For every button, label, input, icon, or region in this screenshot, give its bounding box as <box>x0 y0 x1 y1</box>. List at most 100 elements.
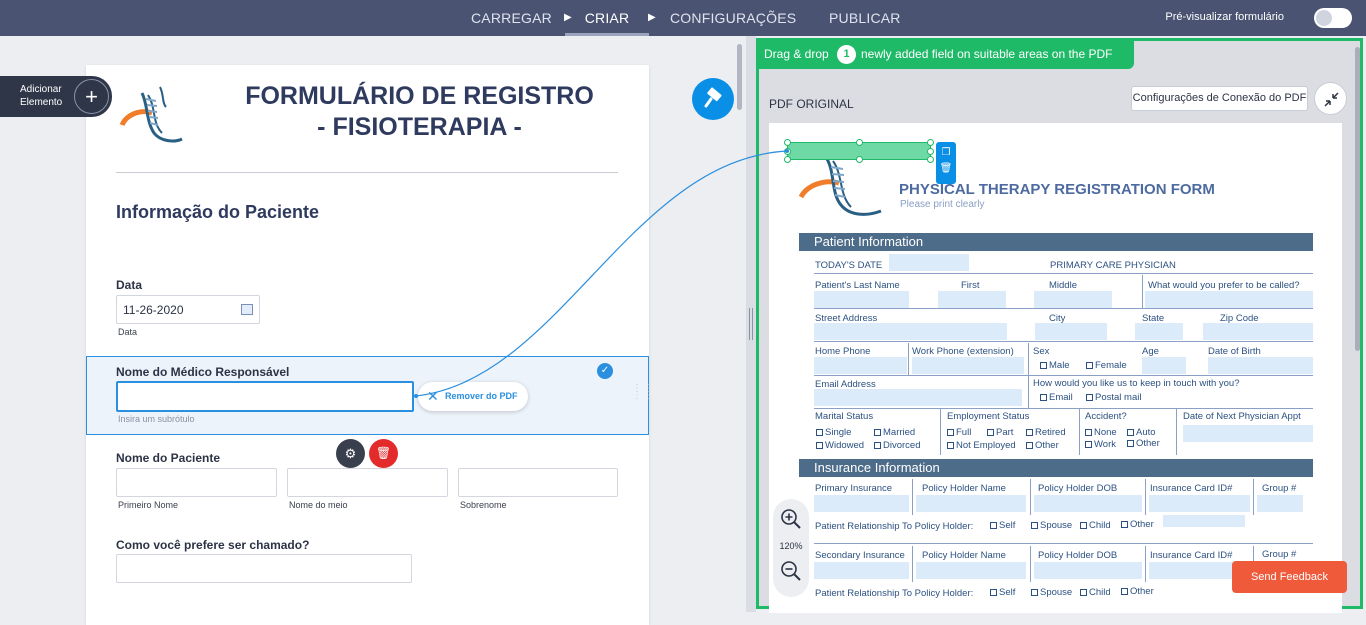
pdf-part: Part <box>987 427 1013 438</box>
pdf-dob: Date of Birth <box>1208 346 1261 357</box>
pdf-insurance-section: Insurance Information <box>799 459 1313 477</box>
pdf-field <box>1034 495 1142 512</box>
resize-handle[interactable] <box>784 148 791 155</box>
preferred-name-input[interactable] <box>116 554 412 583</box>
preferred-name-label: Como você prefere ser chamado? <box>116 538 310 552</box>
remove-from-pdf-button[interactable]: ✕ Remover do PDF <box>418 382 528 411</box>
doctor-name-field[interactable]: Nome do Médico Responsável ✕ Remover do … <box>86 356 654 435</box>
zoom-in-icon[interactable] <box>779 507 803 531</box>
trash-icon: 🗑 <box>375 446 392 460</box>
send-feedback-button[interactable]: Send Feedback <box>1232 561 1347 593</box>
pdf-line <box>1145 479 1146 515</box>
pdf-called: What would you prefer to be called? <box>1148 280 1300 291</box>
resize-handle[interactable] <box>927 148 934 155</box>
form-title[interactable]: FORMULÁRIO DE REGISTRO - FISIOTERAPIA - <box>232 81 607 143</box>
pdf-primary-insurance: Primary Insurance <box>815 483 893 494</box>
resize-handle[interactable] <box>927 139 934 146</box>
pdf-child-2: Child <box>1080 587 1111 598</box>
pdf-scrollbar[interactable] <box>1355 47 1360 351</box>
pdf-female: Female <box>1086 360 1127 371</box>
resize-handle[interactable] <box>784 156 791 163</box>
placed-field-tools: ❐ 🗑 <box>936 142 956 184</box>
collapse-button[interactable] <box>1314 82 1347 115</box>
pdf-single: Single <box>816 427 851 438</box>
pdf-home-phone: Home Phone <box>815 346 871 357</box>
pdf-line <box>814 273 1313 274</box>
pdf-next-appt: Date of Next Physician Appt <box>1183 411 1301 422</box>
tab-criar[interactable]: CRIAR <box>565 0 649 36</box>
pdf-other: Other <box>1026 440 1059 451</box>
middle-name-input[interactable] <box>287 468 448 497</box>
pdf-field <box>814 357 907 374</box>
toggle-knob <box>1316 10 1332 26</box>
zoom-out-icon[interactable] <box>779 559 803 583</box>
add-element-button[interactable]: Adicionar Elemento + <box>0 76 112 117</box>
drag-drop-banner: Drag & drop 1 newly added field on suita… <box>759 41 1134 69</box>
pdf-holder-dob-2: Policy Holder DOB <box>1038 550 1118 561</box>
pdf-auto: Auto <box>1127 427 1156 438</box>
physical-therapy-logo <box>119 86 183 143</box>
pdf-work-phone: Work Phone (extension) <box>912 346 1014 357</box>
pdf-subtitle: Please print clearly <box>900 199 985 210</box>
tab-publicar[interactable]: PUBLICAR <box>829 0 901 36</box>
splitter-grip-icon[interactable] <box>749 308 753 340</box>
delete-field-button[interactable]: 🗑 <box>369 439 398 468</box>
pdf-divorced: Divorced <box>874 440 921 451</box>
pdf-self: Self <box>990 520 1015 531</box>
pdf-accident-other: Other <box>1127 438 1160 449</box>
preview-form-toggle[interactable] <box>1314 8 1352 28</box>
resize-handle[interactable] <box>784 139 791 146</box>
pdf-retired: Retired <box>1026 427 1066 438</box>
pdf-field <box>889 254 969 271</box>
pdf-full: Full <box>947 427 971 438</box>
pdf-field <box>814 291 909 308</box>
form-title-line-1: FORMULÁRIO DE REGISTRO <box>245 82 594 110</box>
first-name-input[interactable] <box>116 468 277 497</box>
pdf-field <box>1257 495 1303 512</box>
pdf-field <box>916 562 1026 579</box>
zoom-controls: 120% <box>773 499 809 597</box>
trash-icon[interactable]: 🗑 <box>936 163 956 174</box>
last-name-input[interactable] <box>458 468 618 497</box>
pdf-sex: Sex <box>1033 346 1050 357</box>
doctor-name-sublabel[interactable]: Insira um subrótulo <box>118 414 195 424</box>
calendar-icon[interactable] <box>241 304 253 315</box>
pdf-line <box>814 341 1313 342</box>
tab-carregar[interactable]: CARREGAR <box>471 0 552 36</box>
date-input[interactable]: 11-26-2020 <box>116 295 260 324</box>
field-settings-button[interactable]: ⚙ <box>336 439 365 468</box>
pdf-line <box>1253 479 1254 515</box>
pdf-employment: Employment Status <box>947 411 1030 422</box>
pdf-middle: Middle <box>1049 280 1077 291</box>
resize-handle[interactable] <box>856 156 863 163</box>
resize-handle[interactable] <box>927 156 934 163</box>
pdf-widowed: Widowed <box>816 440 864 451</box>
pdf-line <box>814 308 1313 309</box>
pdf-connection-settings-button[interactable]: Configurações de Conexão do PDF <box>1131 86 1308 111</box>
duplicate-icon[interactable]: ❐ <box>936 147 956 158</box>
placed-field-on-pdf[interactable] <box>784 139 934 163</box>
pdf-field <box>1203 323 1313 340</box>
middle-name-sublabel: Nome do meio <box>289 500 348 510</box>
close-icon: ✕ <box>427 388 439 404</box>
pdf-line <box>814 408 1313 409</box>
check-icon: ✓ <box>597 363 613 379</box>
left-scrollbar[interactable] <box>737 44 742 110</box>
collapse-arrows-icon <box>1324 92 1339 107</box>
gear-icon: ⚙ <box>344 446 357 461</box>
form-designer-button[interactable] <box>692 78 734 120</box>
drag-handle-icon[interactable]: ⋮⋮ ⋮⋮ <box>632 384 656 401</box>
doctor-name-input[interactable] <box>116 381 414 412</box>
tab-configuracoes[interactable]: CONFIGURAÇÕES <box>670 0 796 36</box>
divider <box>116 172 618 173</box>
resize-handle[interactable] <box>856 139 863 146</box>
pdf-page: PHYSICAL THERAPY REGISTRATION FORM Pleas… <box>769 123 1342 613</box>
pdf-child: Child <box>1080 520 1111 531</box>
pdf-group-2: Group # <box>1262 549 1297 560</box>
zoom-level: 120% <box>779 541 803 551</box>
date-label: Data <box>116 278 143 292</box>
pdf-line <box>1028 343 1029 409</box>
pdf-male: Male <box>1040 360 1070 371</box>
section-heading[interactable]: Informação do Paciente <box>116 202 319 223</box>
pdf-none: None <box>1085 427 1117 438</box>
